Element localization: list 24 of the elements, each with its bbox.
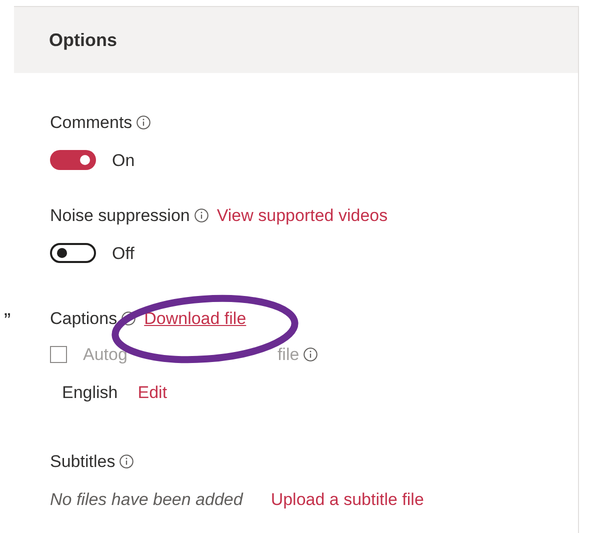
quote-mark: ” (4, 309, 11, 334)
info-icon (121, 311, 136, 326)
toggle-switch[interactable] (50, 243, 96, 264)
section-label: Subtitles (50, 450, 116, 472)
toggle-state: On (112, 150, 135, 172)
section-label: Noise suppression (50, 205, 190, 227)
info-icon (119, 454, 134, 469)
info-icon (194, 208, 209, 224)
panel-title: Options (49, 28, 117, 52)
toggle-state: Off (112, 242, 134, 264)
checkbox[interactable] (50, 346, 67, 363)
checkbox-label: file (277, 344, 300, 366)
info-icon (303, 346, 318, 362)
info-icon (136, 115, 152, 130)
section-label: Comments (50, 112, 132, 134)
language-label: English (62, 382, 118, 404)
checkbox-label: Autog (83, 344, 128, 366)
download-file-link[interactable]: Download file (144, 306, 246, 332)
section-label: Captions (50, 308, 118, 330)
upload-subtitle-link[interactable]: Upload a subtitle file (270, 487, 424, 512)
toggle-switch[interactable] (50, 150, 96, 170)
supported-videos-link[interactable]: View supported videos (216, 203, 388, 228)
edit-link[interactable]: Edit (138, 380, 168, 406)
empty-note: No files have been added (50, 489, 243, 511)
